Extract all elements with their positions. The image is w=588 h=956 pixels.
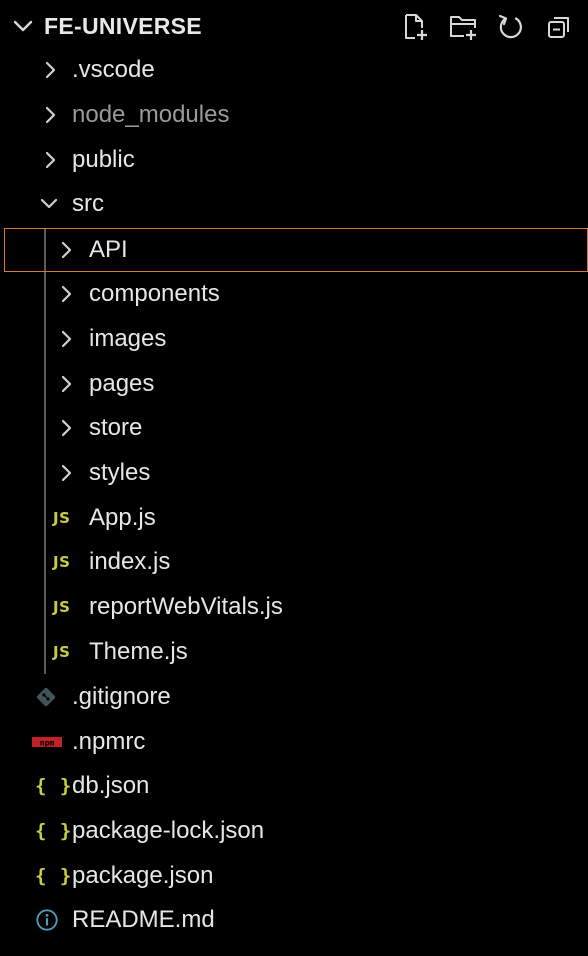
tree-folder-store[interactable]: store <box>0 406 588 450</box>
info-icon <box>36 909 58 931</box>
chevron-right-icon <box>61 330 72 348</box>
json-file-icon: { } <box>35 775 73 797</box>
javascript-file-icon: JS <box>53 509 71 527</box>
tree-file-theme-js[interactable]: JS Theme.js <box>0 630 588 674</box>
tree-file-package-lock-json[interactable]: { } package-lock.json <box>0 809 588 853</box>
tree-file-gitignore[interactable]: .gitignore <box>0 675 588 719</box>
new-folder-button[interactable] <box>446 10 480 44</box>
tree-item-label: .vscode <box>72 56 155 83</box>
javascript-file-icon: JS <box>53 598 71 616</box>
file-explorer: FE-UNIVERSE .vscode node_modules public … <box>0 0 588 956</box>
tree-item-label: README.md <box>72 906 215 933</box>
tree-item-label: reportWebVitals.js <box>89 593 283 620</box>
chevron-right-icon <box>61 285 72 303</box>
tree-item-label: API <box>89 236 128 263</box>
chevron-right-icon <box>61 375 72 393</box>
tree-folder-node-modules[interactable]: node_modules <box>0 93 588 137</box>
explorer-header[interactable]: FE-UNIVERSE <box>0 0 588 52</box>
chevron-right-icon <box>45 151 56 169</box>
tree-item-label: db.json <box>72 772 150 799</box>
tree-item-label: styles <box>89 459 151 486</box>
tree-item-label: node_modules <box>72 101 230 128</box>
refresh-button[interactable] <box>494 10 528 44</box>
tree-file-app-js[interactable]: JS App.js <box>0 496 588 540</box>
tree-item-label: package-lock.json <box>72 817 265 844</box>
tree-item-label: public <box>72 146 135 173</box>
json-file-icon: { } <box>35 820 73 842</box>
explorer-title: FE-UNIVERSE <box>44 13 202 39</box>
tree-item-label: images <box>89 325 167 352</box>
tree-folder-images[interactable]: images <box>0 317 588 361</box>
tree-file-package-json[interactable]: { } package.json <box>0 854 588 898</box>
collapse-all-icon <box>548 17 569 38</box>
javascript-file-icon: JS <box>53 643 71 661</box>
tree-folder-components[interactable]: components <box>0 272 588 316</box>
tree-file-npmrc[interactable]: npm .npmrc <box>0 720 588 764</box>
tree-item-label: App.js <box>89 504 156 531</box>
tree-file-index-js[interactable]: JS index.js <box>0 540 588 584</box>
tree-item-label: .gitignore <box>72 683 171 710</box>
chevron-right-icon <box>45 106 56 124</box>
chevron-down-icon <box>40 198 58 209</box>
tree-item-label: store <box>89 414 143 441</box>
tree-folder-src[interactable]: src <box>0 182 588 226</box>
svg-text:npm: npm <box>40 739 55 748</box>
tree-folder-vscode[interactable]: .vscode <box>0 48 588 92</box>
tree-item-label: pages <box>89 370 155 397</box>
tree-item-label: .npmrc <box>72 728 146 755</box>
chevron-right-icon <box>61 419 72 437</box>
tree-file-db-json[interactable]: { } db.json <box>0 764 588 808</box>
javascript-file-icon: JS <box>53 553 71 571</box>
chevron-down-icon[interactable] <box>10 13 36 39</box>
tree-folder-pages[interactable]: pages <box>0 362 588 406</box>
new-folder-icon <box>450 16 476 40</box>
tree-folder-public[interactable]: public <box>0 138 588 182</box>
tree-item-label: index.js <box>89 548 171 575</box>
new-file-button[interactable] <box>398 10 432 44</box>
npm-icon: npm <box>32 737 62 748</box>
chevron-right-icon <box>61 241 72 259</box>
collapse-all-button[interactable] <box>542 10 576 44</box>
tree-item-label: Theme.js <box>89 638 188 665</box>
tree-folder-api[interactable]: API <box>4 228 588 272</box>
json-file-icon: { } <box>35 865 73 887</box>
tree-item-label: components <box>89 280 220 307</box>
tree-folder-styles[interactable]: styles <box>0 451 588 495</box>
chevron-right-icon <box>61 464 72 482</box>
tree-file-reportwebvitals-js[interactable]: JS reportWebVitals.js <box>0 585 588 629</box>
new-file-icon <box>405 14 427 40</box>
refresh-icon <box>498 14 522 39</box>
tree-item-label: package.json <box>72 862 214 889</box>
chevron-right-icon <box>45 61 56 79</box>
git-icon <box>36 687 56 707</box>
tree-file-readme-md[interactable]: README.md <box>0 898 588 942</box>
tree-item-label: src <box>72 190 104 217</box>
